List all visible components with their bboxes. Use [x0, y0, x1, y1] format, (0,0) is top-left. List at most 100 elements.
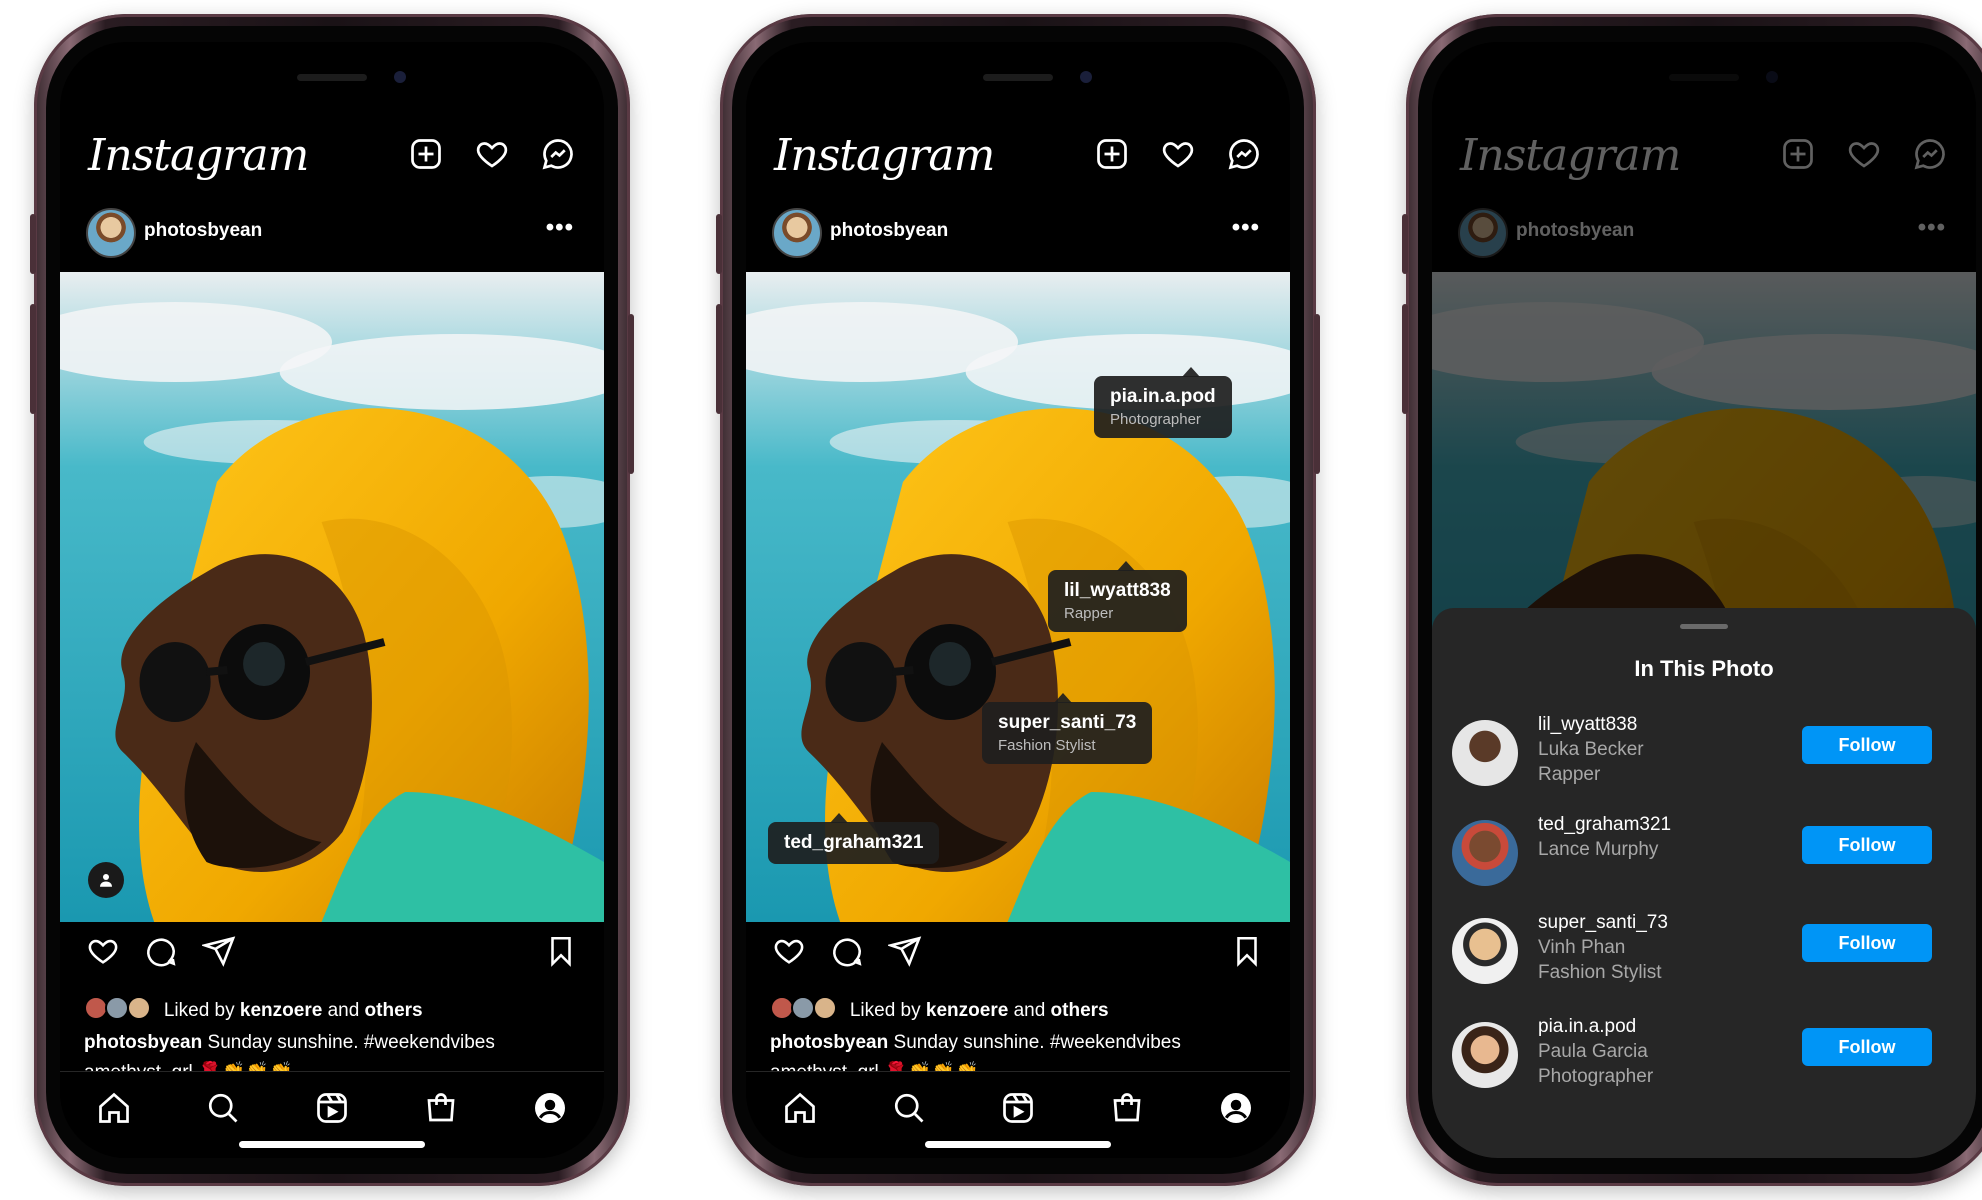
- search-icon[interactable]: [891, 1090, 927, 1126]
- follow-button[interactable]: Follow: [1802, 726, 1932, 764]
- liked-and-label: and: [1013, 1000, 1046, 1021]
- liker-avatar: [126, 996, 151, 1020]
- person-role: Fashion Stylist: [1538, 962, 1662, 983]
- phone-in-this-photo: Instagram photosbyean ••• In This Photo …: [1402, 14, 1982, 1186]
- new-post-icon[interactable]: [408, 136, 444, 172]
- like-heart-icon[interactable]: [772, 934, 806, 968]
- caption-username[interactable]: photosbyean: [770, 1032, 888, 1053]
- avatar[interactable]: [1452, 720, 1518, 786]
- avatar[interactable]: [86, 208, 136, 258]
- liked-by-user[interactable]: kenzoere: [926, 1000, 1008, 1021]
- liker-avatar: [791, 996, 816, 1020]
- avatar[interactable]: [1452, 918, 1518, 984]
- phone-feed: Instagram photosbyean ••• Liked by kenzo…: [30, 14, 634, 1186]
- likes-line[interactable]: Liked by kenzoere and others: [84, 996, 580, 1022]
- liked-others-link[interactable]: others: [365, 1000, 423, 1021]
- post-photo[interactable]: pia.in.a.pod Photographer lil_wyatt838 R…: [746, 272, 1290, 922]
- messenger-icon[interactable]: [540, 136, 576, 172]
- heart-icon[interactable]: [1160, 136, 1196, 172]
- post-username[interactable]: photosbyean: [144, 220, 262, 242]
- screen-feed: Instagram photosbyean ••• Liked by kenzo…: [60, 42, 604, 1158]
- avatar[interactable]: [1452, 1022, 1518, 1088]
- person-username: super_santi_73: [1538, 912, 1668, 933]
- follow-button[interactable]: Follow: [1802, 924, 1932, 962]
- person-name: Vinh Phan: [1538, 937, 1626, 958]
- reels-icon[interactable]: [314, 1090, 350, 1126]
- photo-tag[interactable]: ted_graham321: [768, 813, 940, 864]
- more-options-icon[interactable]: •••: [546, 214, 574, 242]
- bookmark-icon[interactable]: [544, 934, 578, 968]
- caption: photosbyean Sunday sunshine. #weekendvib…: [84, 1032, 580, 1054]
- likes-line[interactable]: Liked by kenzoere and others: [770, 996, 1266, 1022]
- in-this-photo-sheet: In This Photo lil_wyatt838 Luka Becker R…: [1432, 608, 1976, 1158]
- avatar[interactable]: [772, 208, 822, 258]
- caption-username[interactable]: photosbyean: [84, 1032, 202, 1053]
- more-options-icon[interactable]: •••: [1232, 214, 1260, 242]
- sheet-grabber[interactable]: [1680, 624, 1728, 629]
- photo-tag[interactable]: lil_wyatt838 Rapper: [1048, 561, 1187, 632]
- instagram-logo[interactable]: Instagram: [774, 130, 995, 181]
- heart-icon[interactable]: [474, 136, 510, 172]
- search-icon[interactable]: [205, 1090, 241, 1126]
- caption: photosbyean Sunday sunshine. #weekendvib…: [770, 1032, 1266, 1054]
- reels-icon[interactable]: [1000, 1090, 1036, 1126]
- shop-icon[interactable]: [1109, 1090, 1145, 1126]
- phone-tags: Instagram photosbyean ••• pia.in.a.pod P…: [716, 14, 1320, 1186]
- tagged-person-row[interactable]: pia.in.a.pod Paula Garcia Photographer F…: [1452, 1014, 1932, 1098]
- home-indicator[interactable]: [239, 1141, 425, 1148]
- tagged-people-button[interactable]: [88, 862, 124, 898]
- app-header: Instagram: [774, 122, 1262, 192]
- profile-icon[interactable]: [1218, 1090, 1254, 1126]
- person-name: Paula Garcia: [1538, 1041, 1648, 1062]
- front-camera: [394, 71, 406, 83]
- app-header: Instagram: [88, 122, 576, 192]
- screen-sheet: Instagram photosbyean ••• In This Photo …: [1432, 42, 1976, 1158]
- messenger-icon[interactable]: [1226, 136, 1262, 172]
- speaker: [983, 74, 1053, 81]
- home-icon[interactable]: [96, 1090, 132, 1126]
- tag-username: ted_graham321: [784, 832, 924, 853]
- bottom-nav: [60, 1071, 604, 1158]
- caption-text: Sunday sunshine. #weekendvibes: [893, 1032, 1181, 1053]
- post-photo[interactable]: [60, 272, 604, 922]
- tagged-person-row[interactable]: lil_wyatt838 Luka Becker Rapper Follow: [1452, 712, 1932, 796]
- tag-username: super_santi_73: [998, 712, 1137, 733]
- liked-by-user[interactable]: kenzoere: [240, 1000, 322, 1021]
- bookmark-icon[interactable]: [1230, 934, 1264, 968]
- new-post-icon[interactable]: [1094, 136, 1130, 172]
- tagged-person-row[interactable]: ted_graham321 Lance Murphy Follow: [1452, 812, 1932, 896]
- person-username: ted_graham321: [1538, 814, 1672, 835]
- person-role: Photographer: [1538, 1066, 1654, 1087]
- liked-and-label: and: [327, 1000, 360, 1021]
- speaker: [297, 74, 367, 81]
- share-icon[interactable]: [202, 934, 236, 968]
- profile-icon[interactable]: [532, 1090, 568, 1126]
- comment-icon[interactable]: [144, 934, 178, 968]
- comment-icon[interactable]: [830, 934, 864, 968]
- home-icon[interactable]: [782, 1090, 818, 1126]
- post-header: photosbyean •••: [86, 208, 578, 260]
- post-actions: [772, 934, 1264, 980]
- share-icon[interactable]: [888, 934, 922, 968]
- person-role: Rapper: [1538, 764, 1601, 785]
- photo-tag[interactable]: super_santi_73 Fashion Stylist: [982, 693, 1153, 764]
- tag-role: Rapper: [1064, 605, 1114, 622]
- tagged-person-row[interactable]: super_santi_73 Vinh Phan Fashion Stylist…: [1452, 910, 1932, 994]
- bottom-nav: [746, 1071, 1290, 1158]
- shop-icon[interactable]: [423, 1090, 459, 1126]
- post-actions: [86, 934, 578, 980]
- person-icon: [100, 874, 112, 887]
- home-indicator[interactable]: [925, 1141, 1111, 1148]
- post-username[interactable]: photosbyean: [830, 220, 948, 242]
- follow-button[interactable]: Follow: [1802, 1028, 1932, 1066]
- avatar[interactable]: [1452, 820, 1518, 886]
- tag-role: Fashion Stylist: [998, 737, 1096, 754]
- liked-by-label: Liked by: [849, 1000, 921, 1021]
- instagram-logo[interactable]: Instagram: [88, 130, 309, 181]
- like-heart-icon[interactable]: [86, 934, 120, 968]
- sheet-title: In This Photo: [1634, 656, 1774, 681]
- liked-others-link[interactable]: others: [1051, 1000, 1109, 1021]
- follow-button[interactable]: Follow: [1802, 826, 1932, 864]
- photo-tag[interactable]: pia.in.a.pod Photographer: [1094, 367, 1232, 438]
- portrait-image: [60, 272, 604, 922]
